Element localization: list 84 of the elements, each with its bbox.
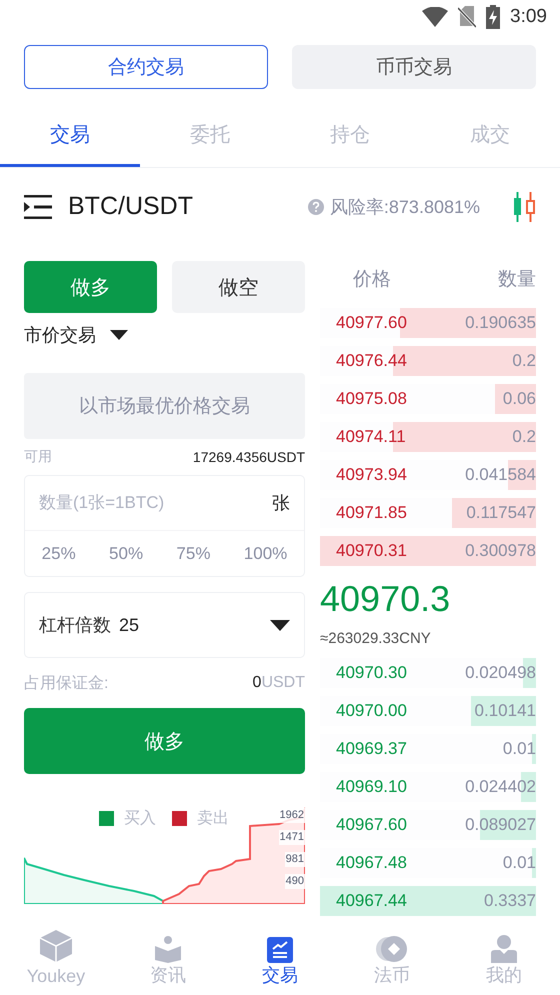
axis-label: 981	[284, 852, 305, 867]
order-amount: 0.041584	[465, 465, 536, 485]
no-sim-icon	[458, 6, 476, 28]
candlestick-icon[interactable]	[512, 192, 536, 222]
help-icon[interactable]	[308, 198, 324, 215]
coin-icon[interactable]	[376, 935, 408, 963]
nav-item[interactable]: Youkey	[26, 966, 86, 987]
nav-item[interactable]: 资讯	[150, 963, 186, 987]
ask-price[interactable]: 40973.94	[336, 465, 407, 485]
ask-price[interactable]: 40971.85	[336, 503, 407, 523]
bid-price[interactable]: 40967.48	[336, 853, 407, 873]
tab[interactable]: 成交	[420, 106, 560, 167]
caret-icon[interactable]	[270, 620, 290, 630]
order-amount: 0.10141	[474, 701, 536, 721]
available-label: 可用	[24, 448, 52, 466]
person-icon[interactable]	[491, 935, 517, 963]
bid-price[interactable]: 40969.37	[336, 739, 407, 759]
legend-label: 买入	[124, 808, 156, 829]
ask-price[interactable]: 40977.60	[336, 313, 407, 333]
order-amount: 0.01	[502, 853, 536, 873]
nav-item[interactable]: 法币	[374, 963, 410, 987]
order-amount: 0.089027	[465, 815, 536, 835]
ask-price[interactable]: 40976.44	[336, 351, 407, 371]
mode-tab[interactable]: 币币交易	[292, 44, 536, 89]
order-amount: 0.024402	[465, 777, 536, 797]
axis-label: 1471	[278, 830, 305, 845]
order-amount: 0.06	[502, 389, 536, 409]
leverage-label: 杠杆倍数	[39, 614, 111, 637]
market-price-field: 以市场最优价格交易	[24, 373, 305, 439]
order-amount: 0.2	[512, 351, 536, 371]
percent-option[interactable]: 50%	[109, 544, 144, 564]
percent-option[interactable]: 75%	[176, 544, 210, 564]
clock-time: 3:09	[510, 6, 547, 28]
last-price: 40970.3	[320, 577, 452, 621]
ask-price[interactable]: 40975.08	[336, 389, 407, 409]
bid-price[interactable]: 40967.44	[336, 891, 407, 911]
margin-label: 占用保证金:	[24, 674, 110, 694]
order-type-dropdown[interactable]: 市价交易	[24, 323, 96, 347]
margin-unit: USDT	[261, 674, 305, 692]
bid-price[interactable]: 40970.30	[336, 663, 407, 683]
side-button[interactable]: 做空	[172, 261, 305, 313]
legend-label: 卖出	[197, 808, 229, 829]
tab[interactable]: 持仓	[280, 106, 420, 167]
ask-price[interactable]: 40974.11	[336, 427, 406, 447]
nav-item[interactable]: 交易	[262, 963, 298, 987]
column-header: 数量	[498, 268, 536, 292]
margin-value: 0	[252, 674, 262, 692]
wifi-icon	[422, 6, 448, 27]
order-amount: 0.3337	[484, 891, 536, 911]
leverage-dropdown[interactable]: 杠杆倍数 25	[24, 592, 305, 658]
risk-rate: 风险率:873.8081%	[330, 196, 480, 219]
chart-document-icon[interactable]	[267, 937, 293, 963]
menu-icon[interactable]	[24, 194, 52, 219]
percent-option[interactable]: 25%	[42, 544, 76, 564]
percent-option[interactable]: 100%	[244, 544, 288, 564]
tab[interactable]: 交易	[0, 106, 140, 167]
axis-label: 1962	[278, 808, 305, 823]
quantity-input[interactable]: 数量(1张=1BTC)	[39, 493, 272, 513]
axis-label: 490	[284, 874, 305, 889]
available-balance: 17269.4356USDT	[192, 449, 305, 465]
submit-button[interactable]: 做多	[24, 708, 305, 774]
mode-tab[interactable]: 合约交易	[24, 44, 268, 89]
order-amount: 0.020498	[465, 663, 536, 683]
pair-symbol: BTC/USDT	[68, 192, 194, 222]
order-amount: 0.300978	[465, 541, 536, 561]
ask-price[interactable]: 40970.31	[336, 541, 407, 561]
battery-charging-icon	[486, 4, 500, 29]
nav-item[interactable]: 我的	[486, 963, 522, 987]
order-amount: 0.01	[502, 739, 536, 759]
unit-label: 张	[272, 492, 290, 515]
bid-price[interactable]: 40969.10	[336, 777, 407, 797]
reading-icon[interactable]	[154, 935, 182, 963]
caret-icon[interactable]	[110, 330, 128, 340]
order-amount: 0.190635	[465, 313, 536, 333]
order-amount: 0.117547	[466, 503, 536, 523]
cny-price: ≈263029.33CNY	[320, 628, 432, 648]
cube-icon[interactable]	[39, 929, 73, 963]
side-button[interactable]: 做多	[24, 261, 157, 313]
tab[interactable]: 委托	[140, 106, 280, 167]
leverage-value: 25	[119, 614, 140, 636]
bid-price[interactable]: 40967.60	[336, 815, 407, 835]
column-header: 价格	[353, 268, 391, 292]
bid-price[interactable]: 40970.00	[336, 701, 407, 721]
order-amount: 0.2	[512, 427, 536, 447]
